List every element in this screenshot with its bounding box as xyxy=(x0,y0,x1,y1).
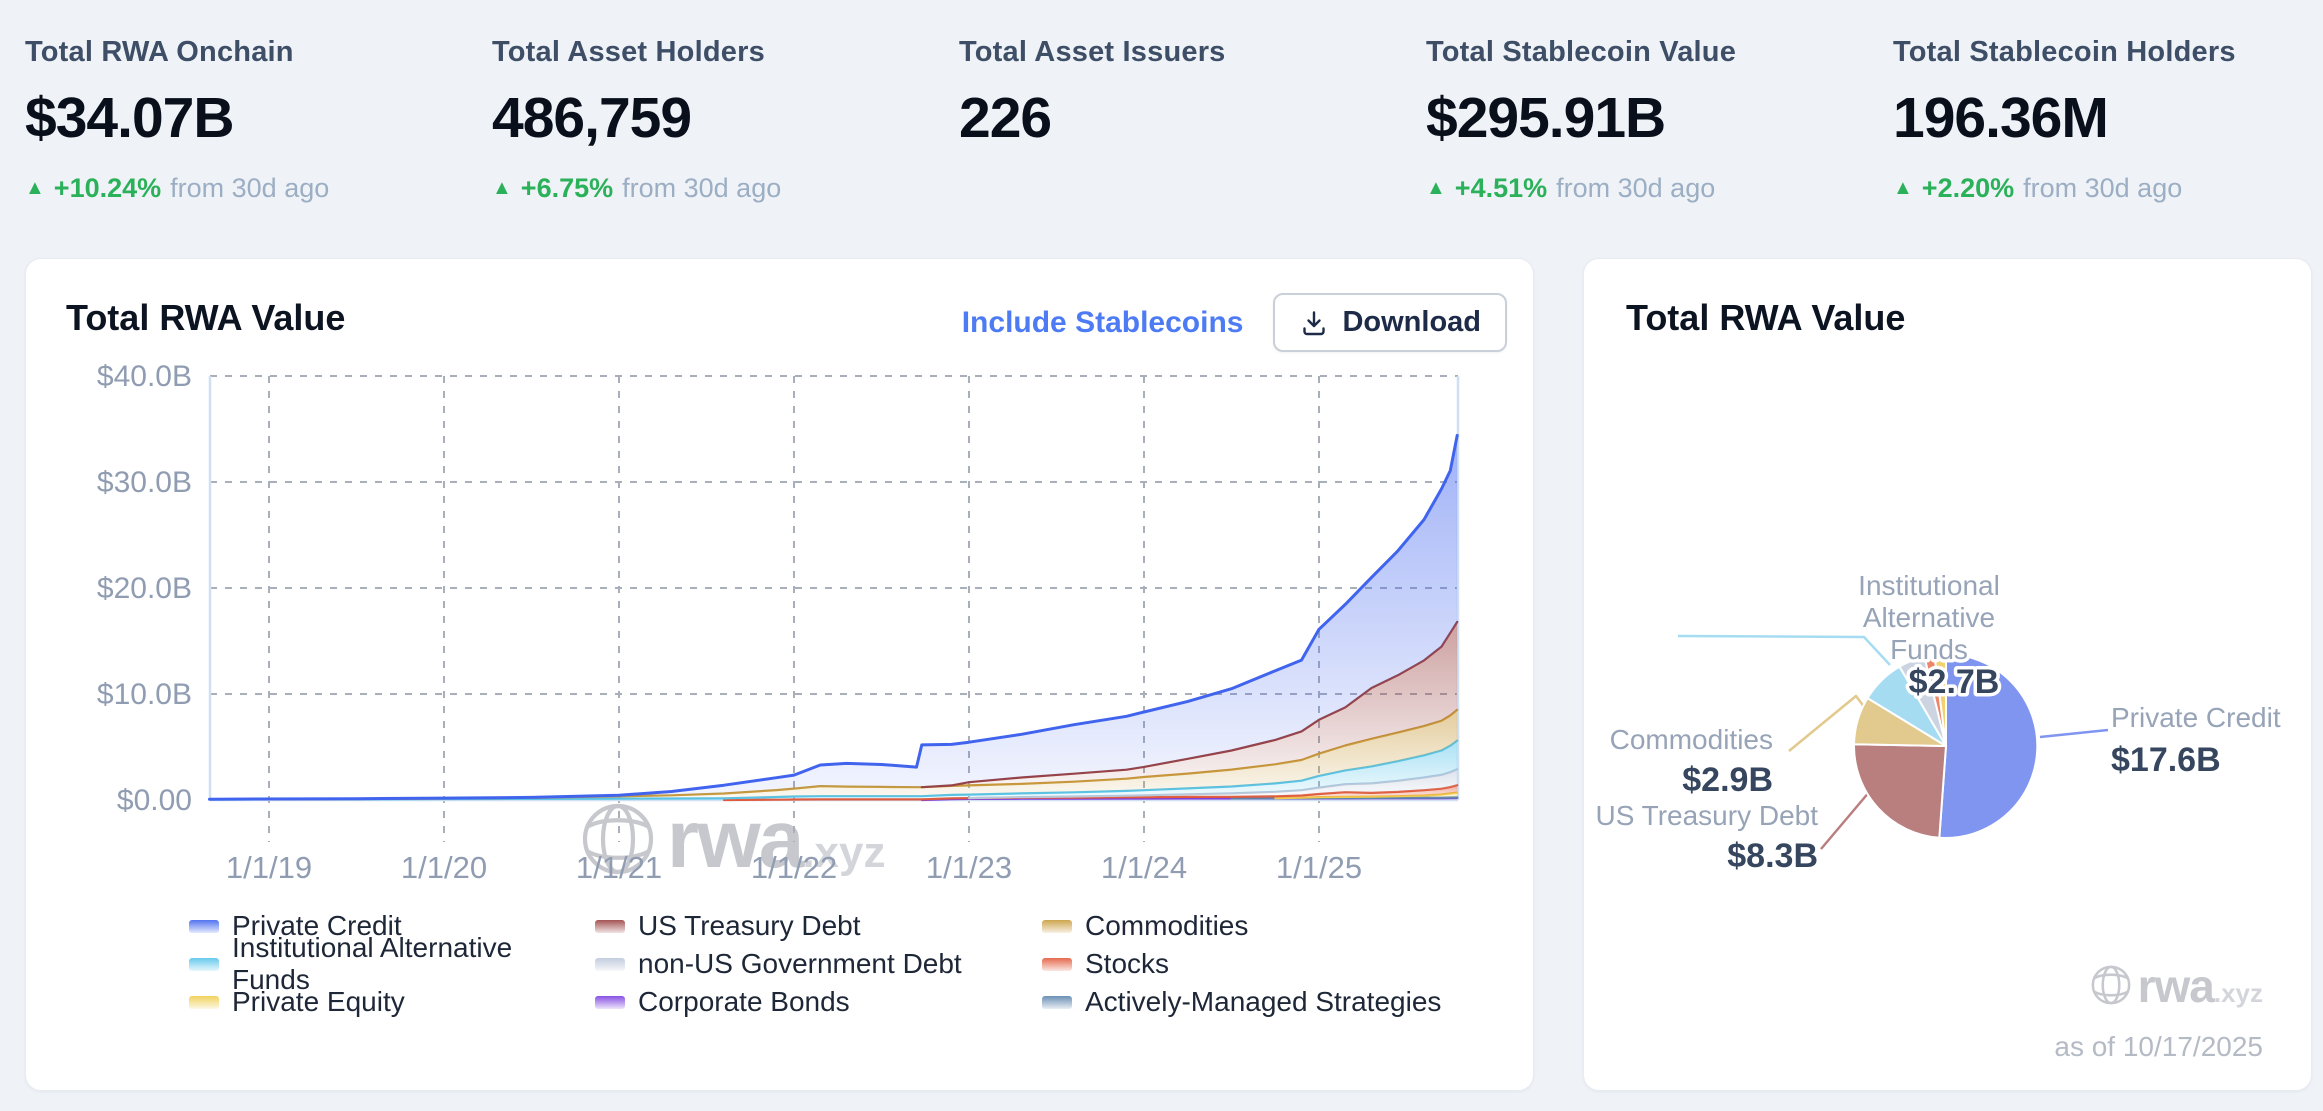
legend-item: Stocks xyxy=(1042,945,1441,983)
x-axis-tick-label: 1/1/22 xyxy=(751,850,837,885)
legend-label: US Treasury Debt xyxy=(638,910,861,942)
legend-item: Private Equity xyxy=(189,983,595,1021)
pie-slice-value: $17.6B xyxy=(2111,741,2221,779)
legend-swatch-icon xyxy=(595,920,625,933)
card-title: Total RWA Value xyxy=(66,297,345,339)
legend-swatch-icon xyxy=(595,996,625,1009)
download-label: Download xyxy=(1342,306,1481,339)
stat-value: 196.36M xyxy=(1893,89,2323,149)
delta-percent: +4.51% xyxy=(1455,173,1547,204)
stats-row: Total RWA Onchain $34.07B ▲ +10.24% from… xyxy=(25,36,2323,204)
legend-swatch-icon xyxy=(189,958,219,971)
x-axis-tick-label: 1/1/21 xyxy=(576,850,662,885)
legend-label: Commodities xyxy=(1085,910,1248,942)
download-icon xyxy=(1299,308,1329,338)
x-axis-tick-label: 1/1/20 xyxy=(401,850,487,885)
legend-item: Actively-Managed Strategies xyxy=(1042,983,1441,1021)
y-axis-tick-label: $0.00 xyxy=(117,784,192,817)
stat-label: Total Stablecoin Value xyxy=(1426,36,1893,69)
chart-legend: Private CreditInstitutional Alternative … xyxy=(189,907,1441,1021)
delta-suffix: from 30d ago xyxy=(622,173,781,204)
download-button[interactable]: Download xyxy=(1273,293,1507,352)
legend-item: US Treasury Debt xyxy=(595,907,1042,945)
pie-slice-label: Alternative xyxy=(1863,602,1995,633)
legend-label: Corporate Bonds xyxy=(638,986,850,1018)
include-stablecoins-link[interactable]: Include Stablecoins xyxy=(962,306,1244,340)
legend-label: Stocks xyxy=(1085,948,1169,980)
x-axis-tick-label: 1/1/23 xyxy=(926,850,1012,885)
total-rwa-value-pie-chart[interactable]: Private Credit $17.6B US Treasury Debt $8.3… xyxy=(1584,259,2311,1090)
x-axis-tick-label: 1/1/24 xyxy=(1101,850,1187,885)
stat-label: Total Asset Issuers xyxy=(959,36,1426,69)
y-axis-tick-label: $30.0B xyxy=(97,466,192,499)
y-axis-tick-label: $20.0B xyxy=(97,572,192,605)
up-triangle-icon: ▲ xyxy=(1426,178,1446,198)
stat-value: $295.91B xyxy=(1426,89,1893,149)
legend-swatch-icon xyxy=(1042,958,1072,971)
stat-total-stablecoin-holders: Total Stablecoin Holders 196.36M ▲ +2.20… xyxy=(1893,36,2323,204)
stat-delta: ▲ +2.20% from 30d ago xyxy=(1893,173,2323,204)
pie-slice-label: Funds xyxy=(1890,634,1968,665)
legend-item: non-US Government Debt xyxy=(595,945,1042,983)
stat-value: 226 xyxy=(959,89,1426,149)
delta-suffix: from 30d ago xyxy=(2023,173,2182,204)
stat-delta: ▲ +10.24% from 30d ago xyxy=(25,173,492,204)
stat-label: Total Stablecoin Holders xyxy=(1893,36,2323,69)
pie-slice-label: Institutional xyxy=(1858,570,2000,601)
stat-delta: ▲ +4.51% from 30d ago xyxy=(1426,173,1893,204)
legend-swatch-icon xyxy=(1042,996,1072,1009)
stat-total-asset-holders: Total Asset Holders 486,759 ▲ +6.75% fro… xyxy=(492,36,959,204)
total-rwa-value-pie-card: Total RWA Value Private Credit $17.6B US T… xyxy=(1583,258,2312,1091)
delta-suffix: from 30d ago xyxy=(1556,173,1715,204)
legend-item: Corporate Bonds xyxy=(595,983,1042,1021)
legend-label: Private Equity xyxy=(232,986,405,1018)
y-axis-tick-label: $10.0B xyxy=(97,678,192,711)
stat-label: Total Asset Holders xyxy=(492,36,959,69)
legend-swatch-icon xyxy=(189,920,219,933)
up-triangle-icon: ▲ xyxy=(1893,178,1913,198)
delta-percent: +2.20% xyxy=(1922,173,2014,204)
pie-slice-value: $8.3B xyxy=(1727,837,1818,875)
us-treasury-debt-slice[interactable] xyxy=(1854,744,1946,838)
x-axis-tick-label: 1/1/25 xyxy=(1276,850,1362,885)
pie-slice-value: $2.7B xyxy=(1909,663,2000,701)
y-axis-tick-label: $40.0B xyxy=(97,360,192,393)
pie-slice-label: US Treasury Debt xyxy=(1595,800,1818,831)
pie-slice-value: $2.9B xyxy=(1682,761,1773,799)
up-triangle-icon: ▲ xyxy=(25,178,45,198)
legend-label: Actively-Managed Strategies xyxy=(1085,986,1441,1018)
chart-header-actions: Include Stablecoins Download xyxy=(962,293,1507,352)
legend-swatch-icon xyxy=(189,996,219,1009)
stat-total-rwa-onchain: Total RWA Onchain $34.07B ▲ +10.24% from… xyxy=(25,36,492,204)
delta-percent: +10.24% xyxy=(54,173,161,204)
delta-suffix: from 30d ago xyxy=(170,173,329,204)
stat-label: Total RWA Onchain xyxy=(25,36,492,69)
up-triangle-icon: ▲ xyxy=(492,178,512,198)
delta-percent: +6.75% xyxy=(521,173,613,204)
stat-value: 486,759 xyxy=(492,89,959,149)
pie-slice-label: Private Credit xyxy=(2111,702,2281,733)
legend-swatch-icon xyxy=(1042,920,1072,933)
total-rwa-value-chart-card: Total RWA Value Include Stablecoins Down… xyxy=(25,258,1534,1091)
card-title: Total RWA Value xyxy=(1626,297,1905,339)
legend-item: Institutional Alternative Funds xyxy=(189,945,595,983)
stat-value: $34.07B xyxy=(25,89,492,149)
pie-slice-label: Commodities xyxy=(1610,724,1773,755)
stat-total-stablecoin-value: Total Stablecoin Value $295.91B ▲ +4.51%… xyxy=(1426,36,1893,204)
stat-total-asset-issuers: Total Asset Issuers 226 ▲ xyxy=(959,36,1426,204)
legend-item: Commodities xyxy=(1042,907,1441,945)
stat-delta: ▲ +6.75% from 30d ago xyxy=(492,173,959,204)
x-axis-tick-label: 1/1/19 xyxy=(226,850,312,885)
legend-label: non-US Government Debt xyxy=(638,948,962,980)
legend-swatch-icon xyxy=(595,958,625,971)
